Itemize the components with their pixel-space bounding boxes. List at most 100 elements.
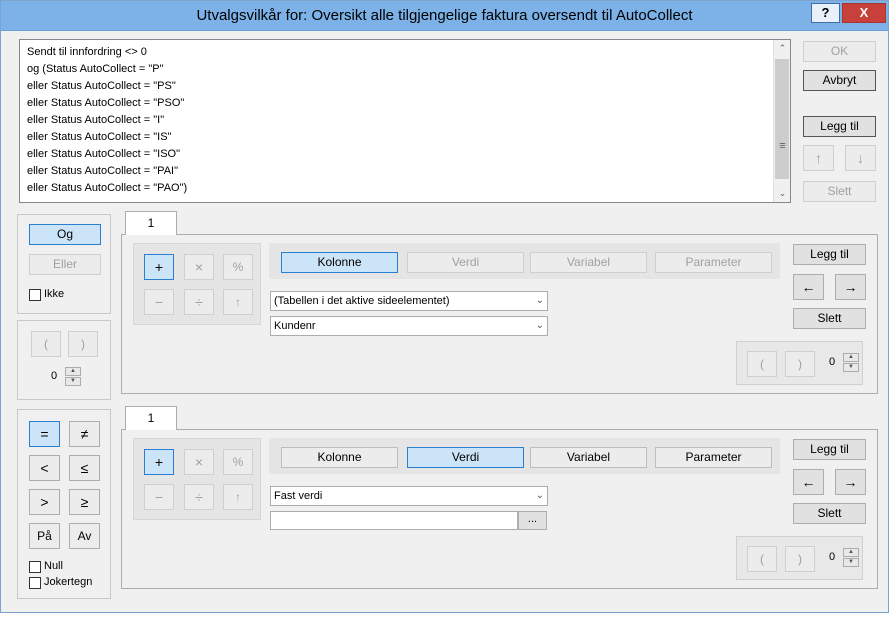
operand1-value-button[interactable]: Verdi xyxy=(407,252,524,273)
expression-line[interactable]: eller Status AutoCollect = "PAI" xyxy=(27,163,767,180)
operand1-times-button[interactable]: × xyxy=(184,254,214,280)
spin-up-icon[interactable]: ▲ xyxy=(843,548,859,557)
operand2-minus-button[interactable]: − xyxy=(144,484,174,510)
operand2-variable-button[interactable]: Variabel xyxy=(530,447,647,468)
expression-line[interactable]: eller Status AutoCollect = "IS" xyxy=(27,129,767,146)
operand2-browse-button[interactable]: ... xyxy=(518,511,547,530)
operand2-times-button[interactable]: × xyxy=(184,449,214,475)
help-button[interactable]: ? xyxy=(811,3,840,23)
not-checkbox[interactable]: Ikke xyxy=(29,288,64,302)
operand2-add-button[interactable]: Legg til xyxy=(793,439,866,460)
operand1-column-button[interactable]: Kolonne xyxy=(281,252,398,273)
spin-up-icon[interactable]: ▲ xyxy=(843,353,859,362)
or-button[interactable]: Eller xyxy=(29,254,101,275)
operand2-divide-button[interactable]: ÷ xyxy=(184,484,214,510)
greater-equal-button[interactable]: ≥ xyxy=(69,489,100,515)
and-button[interactable]: Og xyxy=(29,224,101,245)
operand1-parameter-button[interactable]: Parameter xyxy=(655,252,772,273)
operand2-paren-panel: ( ) 0 ▲ ▼ xyxy=(736,536,863,580)
operand2-paren-spinner[interactable]: 0 ▲ ▼ xyxy=(823,548,861,567)
not-equals-button[interactable]: ≠ xyxy=(69,421,100,447)
expression-scrollbar[interactable]: ⌃ ≡ ⌄ xyxy=(773,40,790,202)
move-up-button[interactable]: ↑ xyxy=(803,145,834,171)
operand2-paren-count: 0 xyxy=(828,551,836,563)
expression-line[interactable]: eller Status AutoCollect = "PS" xyxy=(27,78,767,95)
operand1-right-button[interactable]: → xyxy=(835,274,866,300)
expression-line[interactable]: eller Status AutoCollect = "PSO" xyxy=(27,95,767,112)
null-checkbox[interactable]: Null xyxy=(29,560,63,574)
chevron-down-icon: ⌄ xyxy=(535,490,544,501)
operand2-value-kind-value: Fast verdi xyxy=(274,490,323,502)
operand1-delete-button[interactable]: Slett xyxy=(793,308,866,329)
operand2-open-paren-button[interactable]: ( xyxy=(747,546,777,572)
operand1-close-paren-button[interactable]: ) xyxy=(785,351,815,377)
compare-panel: = ≠ < ≤ > ≥ På Av Null Jokertegn xyxy=(17,409,111,599)
operand1-minus-button[interactable]: − xyxy=(144,289,174,315)
spin-up-icon[interactable]: ▲ xyxy=(65,367,81,376)
operand1-open-paren-button[interactable]: ( xyxy=(747,351,777,377)
operand1-left-button[interactable]: ← xyxy=(793,274,824,300)
expression-line[interactable]: og (Status AutoCollect = "P" xyxy=(27,61,767,78)
operand1-add-button[interactable]: Legg til xyxy=(793,244,866,265)
expression-line[interactable]: eller Status AutoCollect = "ISO" xyxy=(27,146,767,163)
logic-panel: Og Eller Ikke xyxy=(17,214,111,314)
wildcard-checkbox[interactable]: Jokertegn xyxy=(29,576,92,590)
operand1-paren-spinner[interactable]: 0 ▲ ▼ xyxy=(823,353,861,372)
expression-line[interactable]: eller Status AutoCollect = "I" xyxy=(27,197,767,200)
operand1-tab[interactable]: 1 xyxy=(125,211,177,235)
operand2-plus-button[interactable]: + xyxy=(144,449,174,475)
operand2-close-paren-button[interactable]: ) xyxy=(785,546,815,572)
off-button[interactable]: Av xyxy=(69,523,100,549)
operand1-variable-button[interactable]: Variabel xyxy=(530,252,647,273)
operand1-type-strip: Kolonne Verdi Variabel Parameter xyxy=(269,243,780,279)
equals-button[interactable]: = xyxy=(29,421,60,447)
operand2-operators: + × % − ÷ ↑ xyxy=(133,438,261,520)
scroll-up-icon[interactable]: ⌃ xyxy=(774,40,791,57)
on-button[interactable]: På xyxy=(29,523,60,549)
expression-line[interactable]: eller Status AutoCollect = "PAO") xyxy=(27,180,767,197)
operand1-column-select[interactable]: Kundenr ⌄ xyxy=(270,316,548,336)
operand2-percent-button[interactable]: % xyxy=(223,449,253,475)
add-condition-button[interactable]: Legg til xyxy=(803,116,876,137)
expression-list[interactable]: Sendt til innfordring <> 0 og (Status Aut… xyxy=(19,39,791,203)
operand2-left-button[interactable]: ← xyxy=(793,469,824,495)
logic-paren-spinner[interactable]: 0 ▲ ▼ xyxy=(45,367,83,386)
operand2-delete-button[interactable]: Slett xyxy=(793,503,866,524)
scroll-down-icon[interactable]: ⌄ xyxy=(774,185,791,202)
operand2-value-button[interactable]: Verdi xyxy=(407,447,524,468)
operand2-column-button[interactable]: Kolonne xyxy=(281,447,398,468)
not-checkbox-box[interactable] xyxy=(29,288,41,301)
expression-line[interactable]: Sendt til innfordring <> 0 xyxy=(27,44,767,61)
scroll-thumb[interactable] xyxy=(775,59,789,179)
less-than-button[interactable]: < xyxy=(29,455,60,481)
spin-down-icon[interactable]: ▼ xyxy=(843,558,859,567)
operand2-power-button[interactable]: ↑ xyxy=(223,484,253,510)
operand1-percent-button[interactable]: % xyxy=(223,254,253,280)
expression-line[interactable]: eller Status AutoCollect = "I" xyxy=(27,112,767,129)
null-checkbox-box[interactable] xyxy=(29,560,41,573)
move-down-button[interactable]: ↓ xyxy=(845,145,876,171)
operand2-parameter-button[interactable]: Parameter xyxy=(655,447,772,468)
greater-than-button[interactable]: > xyxy=(29,489,60,515)
operand2-right-button[interactable]: → xyxy=(835,469,866,495)
operand1-divide-button[interactable]: ÷ xyxy=(184,289,214,315)
operand1-table-select[interactable]: (Tabellen i det aktive sideelementet) ⌄ xyxy=(270,291,548,311)
wildcard-checkbox-box[interactable] xyxy=(29,576,41,589)
operand2-tab[interactable]: 1 xyxy=(125,406,177,430)
close-button[interactable]: X xyxy=(842,3,886,23)
operand1-plus-button[interactable]: + xyxy=(144,254,174,280)
cancel-button[interactable]: Avbryt xyxy=(803,70,876,91)
less-equal-button[interactable]: ≤ xyxy=(69,455,100,481)
operand1-column-value: Kundenr xyxy=(274,320,316,332)
spin-down-icon[interactable]: ▼ xyxy=(843,363,859,372)
operand1-table-value: (Tabellen i det aktive sideelementet) xyxy=(274,295,450,307)
logic-close-paren-button[interactable]: ) xyxy=(68,331,98,357)
logic-paren-count: 0 xyxy=(50,370,58,382)
operand2-value-input[interactable] xyxy=(270,511,518,530)
spin-down-icon[interactable]: ▼ xyxy=(65,377,81,386)
ok-button[interactable]: OK xyxy=(803,41,876,62)
operand1-power-button[interactable]: ↑ xyxy=(223,289,253,315)
delete-condition-button[interactable]: Slett xyxy=(803,181,876,202)
logic-open-paren-button[interactable]: ( xyxy=(31,331,61,357)
operand2-value-kind-select[interactable]: Fast verdi ⌄ xyxy=(270,486,548,506)
